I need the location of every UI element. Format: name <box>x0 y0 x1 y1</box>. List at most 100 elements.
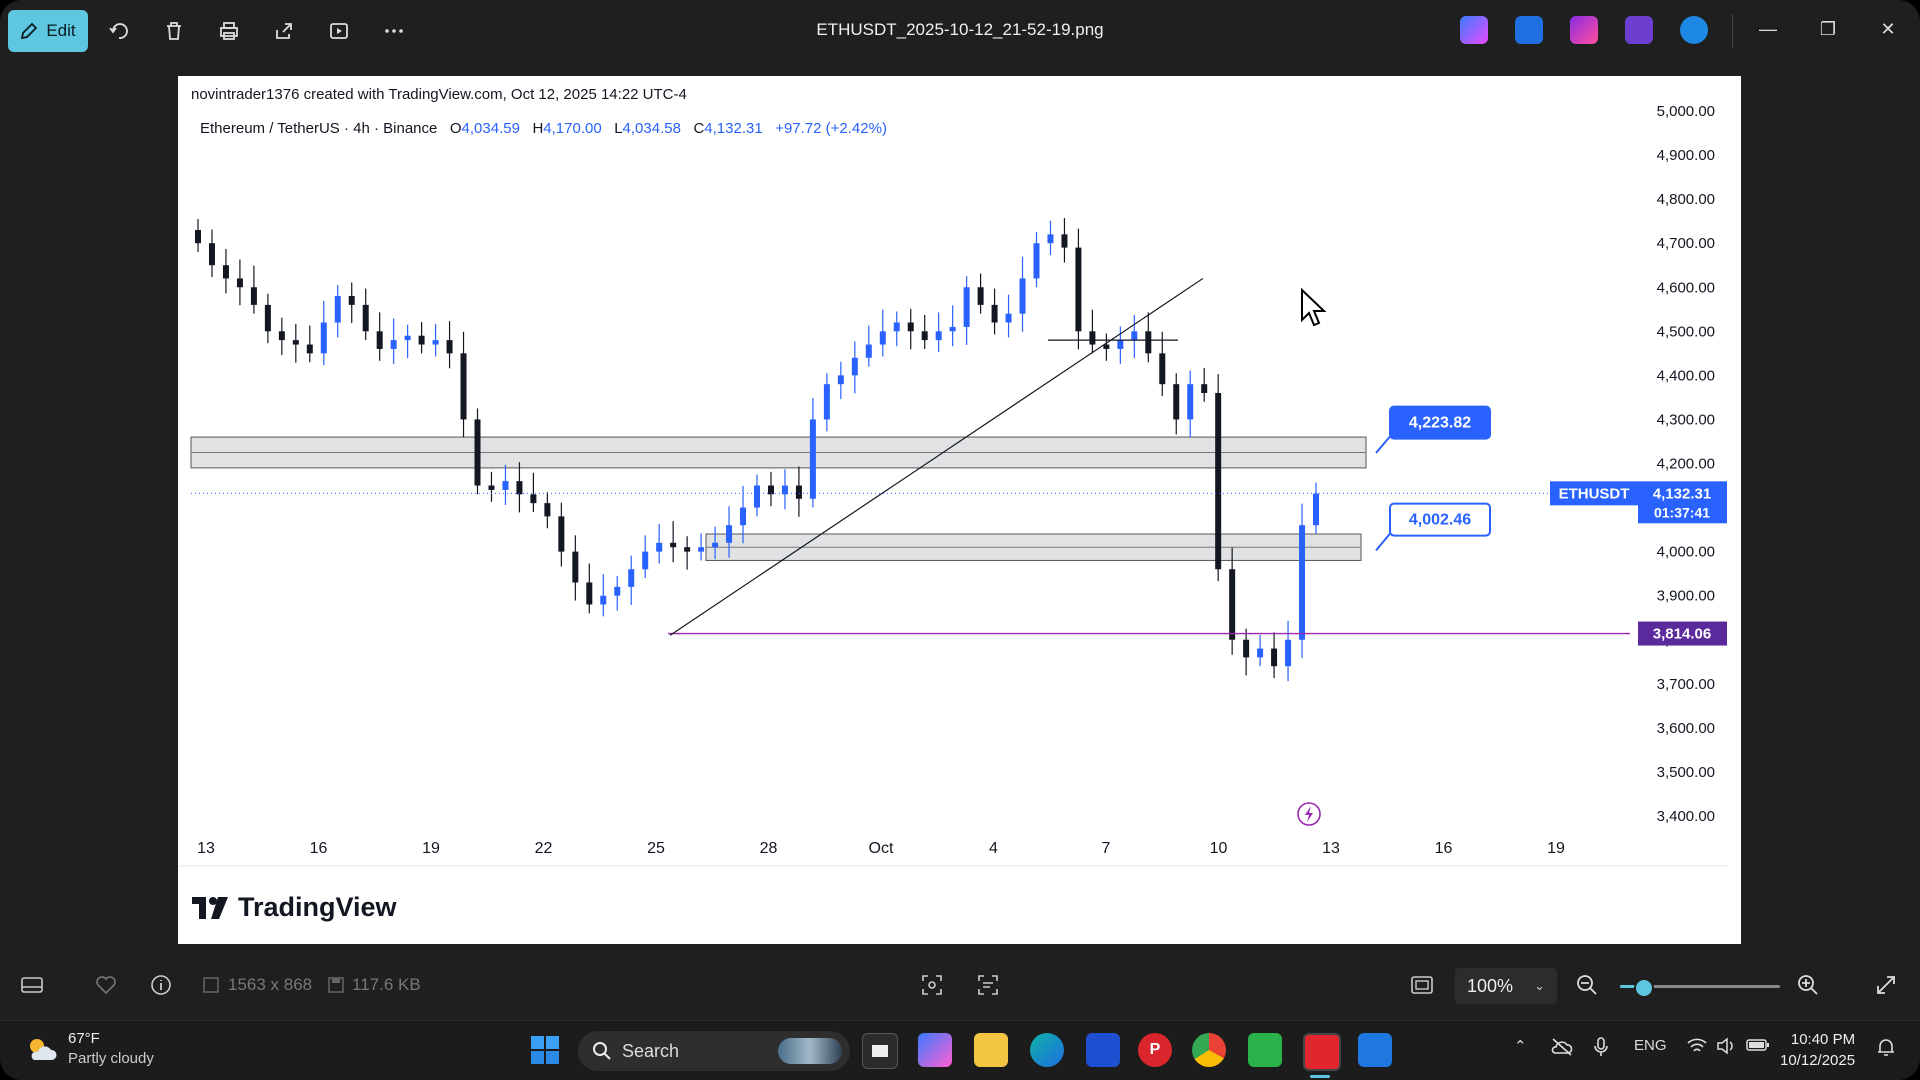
fullscreen-button[interactable] <box>1875 972 1897 998</box>
candle-body <box>977 287 984 305</box>
disk-icon <box>328 977 344 993</box>
candle-body <box>1271 648 1278 667</box>
onedrive-icon[interactable] <box>1680 16 1708 44</box>
candle-body <box>670 542 677 548</box>
ocr-button[interactable] <box>976 972 1000 998</box>
candle-body <box>586 582 593 605</box>
rotate-button[interactable] <box>104 16 134 46</box>
zoom-in-button[interactable] <box>1796 972 1820 998</box>
filmstrip-button[interactable] <box>20 972 44 998</box>
minimize-button[interactable]: — <box>1748 14 1788 44</box>
edit-button[interactable]: Edit <box>8 10 88 52</box>
more-icon <box>385 29 403 33</box>
zoom-out-icon <box>1577 975 1597 995</box>
p-app-icon[interactable]: P <box>1138 1033 1172 1067</box>
candle-body <box>334 296 341 323</box>
candle-body <box>963 287 970 327</box>
zoom-out-button[interactable] <box>1575 972 1599 998</box>
language-indicator[interactable]: ENG <box>1634 1037 1667 1054</box>
image-canvas[interactable]: novintrader1376 created with TradingView… <box>178 76 1741 944</box>
weather-widget[interactable]: 67°F Partly cloudy <box>24 1029 154 1069</box>
candle-body <box>1243 639 1250 658</box>
candle-body <box>390 340 397 349</box>
candle-body <box>684 547 691 552</box>
task-view-button[interactable] <box>862 1033 898 1069</box>
y-tick-label: 4,500.00 <box>1657 323 1715 340</box>
close-icon: ✕ <box>1880 18 1896 39</box>
countdown-text: 01:37:41 <box>1654 504 1710 520</box>
y-tick-label: 4,700.00 <box>1657 235 1715 252</box>
zoom-dropdown[interactable]: 100% ⌄ <box>1455 968 1557 1004</box>
text-scan-icon <box>978 975 998 995</box>
tv-logo-icon <box>192 896 228 919</box>
clock-time: 10:40 PM <box>1790 1031 1856 1048</box>
visual-search-button[interactable] <box>920 972 944 998</box>
file-explorer-icon[interactable] <box>974 1033 1008 1067</box>
speaker-icon <box>1717 1037 1733 1055</box>
microphone-icon <box>1594 1037 1608 1056</box>
candle-body <box>1215 393 1222 570</box>
more-button[interactable] <box>379 16 409 46</box>
zoom-slider-thumb[interactable] <box>1634 978 1655 998</box>
windows-taskbar: 67°F Partly cloudy Search P ⌃ ENG 10:40 … <box>0 1020 1920 1080</box>
share-button[interactable] <box>269 16 299 46</box>
video-editor-icon[interactable] <box>1625 16 1653 44</box>
candle-body <box>767 485 774 495</box>
battery-tray-icon[interactable] <box>1746 1037 1770 1057</box>
info-button[interactable] <box>150 972 172 998</box>
x-tick-label: Oct <box>869 840 894 857</box>
green-app-icon[interactable] <box>1248 1033 1282 1067</box>
clock-date: 10/12/2025 <box>1780 1052 1856 1069</box>
red-app-icon[interactable] <box>1303 1033 1341 1071</box>
designer-icon[interactable] <box>1515 16 1543 44</box>
search-highlight-image <box>778 1038 842 1064</box>
onedrive-tray-icon[interactable] <box>1550 1037 1574 1061</box>
file-size: 117.6 KB <box>328 972 421 998</box>
image-dimensions: 1563 x 868 <box>202 972 312 998</box>
partly-cloudy-icon <box>30 1039 57 1060</box>
candle-body <box>1257 648 1264 658</box>
edge-icon[interactable] <box>1030 1033 1064 1067</box>
candle-body <box>698 547 705 552</box>
tray-overflow-button[interactable]: ⌃ <box>1514 1037 1527 1055</box>
candle-body <box>460 353 467 420</box>
restore-button[interactable]: ❐ <box>1808 14 1848 44</box>
fit-to-window-button[interactable] <box>1410 972 1434 998</box>
candle-body <box>1005 313 1012 323</box>
store-icon[interactable] <box>1086 1033 1120 1067</box>
candle-body <box>823 384 830 420</box>
candle-body <box>1285 639 1292 667</box>
delete-button[interactable] <box>159 16 189 46</box>
candle-body <box>264 304 271 332</box>
volume-tray-icon[interactable] <box>1716 1037 1736 1059</box>
weather-condition: Partly cloudy <box>68 1050 154 1067</box>
edit-icon <box>21 22 38 40</box>
candle-body <box>292 340 299 345</box>
y-tick-label: 5,000.00 <box>1657 103 1715 120</box>
close-button[interactable]: ✕ <box>1868 14 1908 44</box>
battery-icon <box>1746 1039 1769 1051</box>
candle-body <box>488 485 495 490</box>
microphone-tray-icon[interactable] <box>1594 1037 1608 1061</box>
copilot-taskbar-icon[interactable] <box>918 1033 952 1067</box>
photos-app-icon[interactable] <box>1358 1033 1392 1067</box>
candle-body <box>474 419 481 486</box>
slideshow-button[interactable] <box>324 16 354 46</box>
y-tick-label: 4,200.00 <box>1657 456 1715 473</box>
zoom-slider[interactable] <box>1620 978 1780 998</box>
copilot-icon[interactable] <box>1460 16 1488 44</box>
clipchamp-icon[interactable] <box>1570 16 1598 44</box>
print-button[interactable] <box>214 16 244 46</box>
start-button[interactable] <box>528 1033 562 1067</box>
chrome-icon[interactable] <box>1192 1033 1226 1067</box>
notification-bell[interactable] <box>1876 1037 1896 1061</box>
search-icon <box>593 1042 611 1060</box>
heart-icon <box>96 976 116 995</box>
favorite-button[interactable] <box>95 972 117 998</box>
y-tick-label: 3,700.00 <box>1657 676 1715 693</box>
x-tick-label: 4 <box>989 840 998 857</box>
taskbar-search[interactable]: Search <box>578 1031 850 1071</box>
taskbar-clock[interactable]: 10:40 PM 10/12/2025 <box>1780 1029 1855 1071</box>
candle-body <box>712 542 719 548</box>
network-tray-icon[interactable] <box>1686 1037 1708 1059</box>
